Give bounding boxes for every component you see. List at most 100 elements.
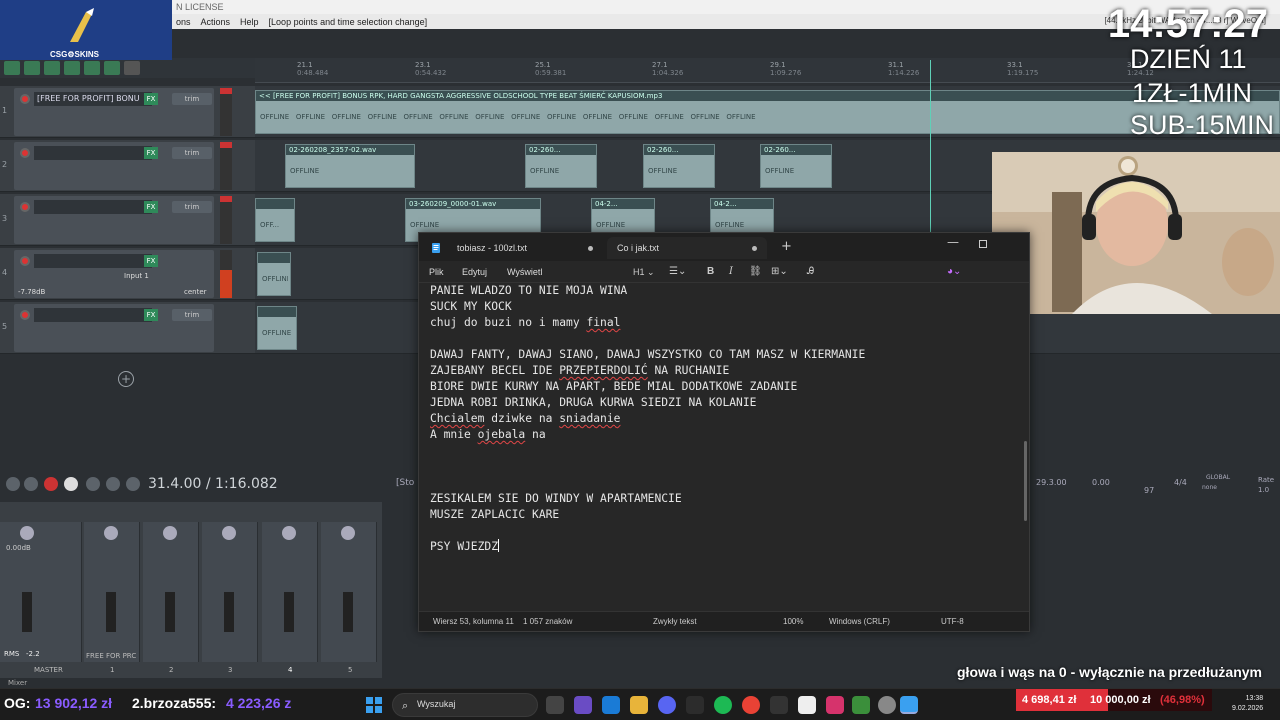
go-to-start-icon[interactable]: [6, 477, 20, 491]
track-side-controls[interactable]: [236, 304, 252, 352]
record-arm-button[interactable]: [20, 310, 30, 320]
track-lane-1[interactable]: << [FREE FOR PROFIT] BONUS RPK, HARD GAN…: [255, 86, 1280, 138]
link-icon[interactable]: ⛓: [749, 264, 762, 280]
track-side-controls[interactable]: [236, 250, 252, 298]
daw-menu-options[interactable]: ons: [176, 17, 191, 27]
fx-button[interactable]: FX: [144, 147, 158, 159]
pan-knob[interactable]: [163, 526, 177, 540]
automation-mode-button[interactable]: trim: [172, 147, 212, 159]
master-pan-knob[interactable]: [20, 526, 34, 540]
copilot-icon[interactable]: ◕⌄: [947, 264, 961, 280]
track-5[interactable]: 5 FX trim: [0, 302, 255, 354]
pan-knob[interactable]: [222, 526, 236, 540]
track-2[interactable]: 2 FX trim: [0, 140, 255, 192]
automation-mode-button[interactable]: trim: [172, 201, 212, 213]
fx-button[interactable]: FX: [144, 255, 158, 267]
add-track-icon[interactable]: +: [118, 371, 134, 387]
task-view-icon[interactable]: [546, 696, 564, 714]
taskbar-search[interactable]: ⌕ Wyszukaj: [392, 693, 538, 717]
grid-toggle-icon[interactable]: [4, 61, 20, 75]
snap-toggle-icon[interactable]: [24, 61, 40, 75]
pan-knob[interactable]: [104, 526, 118, 540]
menu-view[interactable]: Wyświetl: [507, 265, 542, 279]
pan-knob[interactable]: [282, 526, 296, 540]
fx-button[interactable]: FX: [144, 201, 158, 213]
italic-icon[interactable]: I: [729, 264, 733, 280]
track-name[interactable]: [34, 308, 152, 322]
app-icon[interactable]: [798, 696, 816, 714]
volume-fader[interactable]: [284, 592, 294, 632]
stop-icon[interactable]: [106, 477, 120, 491]
pan-knob[interactable]: [341, 526, 355, 540]
track-side-controls[interactable]: [236, 88, 252, 136]
tab-co-i-jak[interactable]: Co i jak.txt: [607, 237, 767, 259]
media-item[interactable]: 02-260... OFFLINE: [643, 144, 715, 188]
record-arm-button[interactable]: [20, 256, 30, 266]
media-item[interactable]: OFF...: [255, 198, 295, 242]
track-name[interactable]: [34, 146, 152, 160]
envelope-lock-icon[interactable]: [84, 61, 100, 75]
text-format[interactable]: Zwykły tekst: [653, 617, 697, 627]
mixer-tab[interactable]: Mixer: [0, 678, 40, 688]
media-item[interactable]: OFFLINE: [257, 306, 297, 350]
lock-icon[interactable]: [124, 61, 140, 75]
volume-fader[interactable]: [106, 592, 116, 632]
ripple-edit-icon[interactable]: [44, 61, 60, 75]
new-tab-button[interactable]: +: [781, 239, 792, 254]
play-icon[interactable]: [64, 477, 78, 491]
encoding[interactable]: UTF-8: [941, 617, 964, 627]
record-arm-button[interactable]: [20, 148, 30, 158]
app-icon[interactable]: [852, 696, 870, 714]
system-clock[interactable]: 13:38 9.02.2026: [1232, 694, 1263, 714]
menu-edit[interactable]: Edytuj: [462, 265, 487, 279]
media-item[interactable]: 02-260... OFFLINE: [525, 144, 597, 188]
daw-menu-actions[interactable]: Actions: [201, 17, 231, 27]
media-item[interactable]: 02-260208_2357-02.wav OFFLINE: [285, 144, 415, 188]
track-1[interactable]: 1 [FREE FOR PROFIT] BONU FX trim: [0, 86, 255, 138]
fx-button[interactable]: FX: [144, 309, 158, 321]
media-item[interactable]: 02-260... OFFLINE: [760, 144, 832, 188]
edge-icon[interactable]: [602, 696, 620, 714]
record-arm-button[interactable]: [20, 202, 30, 212]
app-icon[interactable]: [826, 696, 844, 714]
spotify-icon[interactable]: [714, 696, 732, 714]
file-explorer-icon[interactable]: [630, 696, 648, 714]
line-ending[interactable]: Windows (CRLF): [829, 617, 890, 627]
bold-icon[interactable]: B: [707, 264, 714, 280]
global-mode-readout[interactable]: none: [1202, 484, 1217, 491]
rate-readout[interactable]: 1.0: [1258, 486, 1269, 494]
media-item[interactable]: OFFLINE: [257, 252, 291, 296]
menu-file[interactable]: Plik: [429, 265, 444, 279]
windows-start-icon[interactable]: [366, 697, 382, 713]
record-icon[interactable]: [44, 477, 58, 491]
editor-scrollbar[interactable]: [1024, 441, 1027, 521]
bpm-readout[interactable]: 97: [1144, 486, 1154, 495]
discord-icon[interactable]: [658, 696, 676, 714]
go-to-end-icon[interactable]: [126, 477, 140, 491]
track-side-controls[interactable]: [236, 196, 252, 244]
copilot-taskbar-icon[interactable]: [574, 696, 592, 714]
table-dropdown-icon[interactable]: ⊞⌄: [771, 264, 788, 280]
chrome-icon[interactable]: [742, 696, 760, 714]
track-4[interactable]: 4 FX -7.78dB Input 1 center: [0, 248, 255, 300]
notepad-taskbar-icon[interactable]: [900, 696, 918, 714]
item-grouping-icon[interactable]: [64, 61, 80, 75]
automation-mode-button[interactable]: trim: [172, 93, 212, 105]
app-icon[interactable]: [770, 696, 788, 714]
track-name[interactable]: [34, 200, 152, 214]
track-name[interactable]: [34, 254, 152, 268]
track-3[interactable]: 3 FX trim: [0, 194, 255, 246]
heading-dropdown[interactable]: H1 ⌄: [633, 264, 655, 280]
daw-menu-help[interactable]: Help: [240, 17, 259, 27]
media-item[interactable]: << [FREE FOR PROFIT] BONUS RPK, HARD GAN…: [255, 90, 1280, 134]
loop-icon[interactable]: [104, 61, 120, 75]
master-fader[interactable]: [22, 592, 32, 632]
timeline-ruler[interactable]: 21.1 0:48.484 23.1 0:54.432 25.1 0:59.381 2…: [255, 58, 1280, 83]
time-signature-readout[interactable]: 4/4: [1174, 478, 1187, 487]
media-app-icon[interactable]: [686, 696, 704, 714]
tab-tobiasz[interactable]: tobiasz - 100zl.txt: [447, 237, 603, 259]
loop-toggle-icon[interactable]: [86, 477, 100, 491]
volume-fader[interactable]: [343, 592, 353, 632]
rewind-icon[interactable]: [24, 477, 38, 491]
settings-icon[interactable]: [878, 696, 896, 714]
